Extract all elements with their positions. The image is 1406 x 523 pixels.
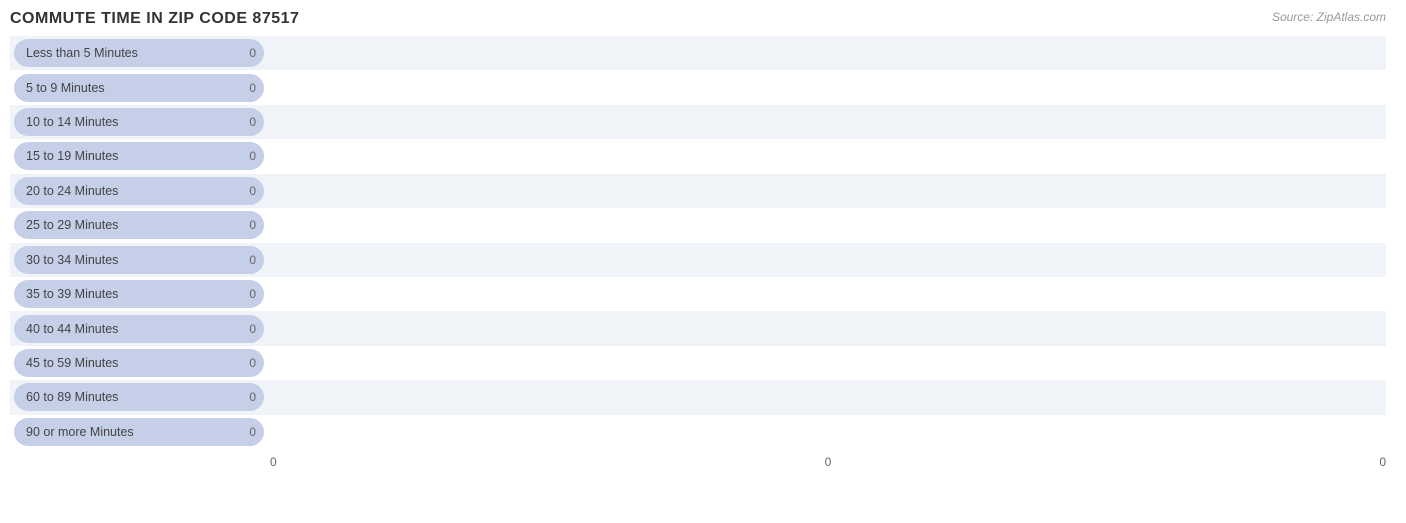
bar-track [264, 346, 1386, 380]
bar-label: 35 to 39 Minutes [26, 287, 118, 301]
bar-track [264, 105, 1386, 139]
bar-value: 0 [242, 390, 256, 404]
bars-section: Less than 5 Minutes05 to 9 Minutes010 to… [10, 36, 1386, 449]
label-pill: 90 or more Minutes 0 [14, 418, 264, 446]
label-pill: 45 to 59 Minutes 0 [14, 349, 264, 377]
bar-value: 0 [242, 253, 256, 267]
bar-row: 40 to 44 Minutes 0 [10, 311, 1386, 345]
bar-value: 0 [242, 81, 256, 95]
bar-value: 0 [242, 115, 256, 129]
bar-value: 0 [242, 46, 256, 60]
bar-label: Less than 5 Minutes [26, 46, 138, 60]
label-pill: 20 to 24 Minutes 0 [14, 177, 264, 205]
bar-label: 25 to 29 Minutes [26, 218, 118, 232]
bar-label: 20 to 24 Minutes [26, 184, 118, 198]
bar-value: 0 [242, 356, 256, 370]
bar-row: 45 to 59 Minutes 0 [10, 346, 1386, 380]
bar-value: 0 [242, 184, 256, 198]
bar-value: 0 [242, 149, 256, 163]
chart-title: COMMUTE TIME IN ZIP CODE 87517 [10, 10, 1386, 28]
bar-row: 25 to 29 Minutes 0 [10, 208, 1386, 242]
bar-row: 15 to 19 Minutes 0 [10, 139, 1386, 173]
chart-area: Less than 5 Minutes05 to 9 Minutes010 to… [10, 36, 1386, 469]
label-pill: 35 to 39 Minutes 0 [14, 280, 264, 308]
bar-row: 90 or more Minutes 0 [10, 415, 1386, 449]
bar-value: 0 [242, 322, 256, 336]
bar-track [264, 277, 1386, 311]
bar-row: Less than 5 Minutes 0 [10, 36, 1386, 70]
label-pill: Less than 5 Minutes 0 [14, 39, 264, 67]
bar-value: 0 [242, 287, 256, 301]
label-pill: 25 to 29 Minutes 0 [14, 211, 264, 239]
bar-label: 90 or more Minutes [26, 425, 134, 439]
bar-track [264, 380, 1386, 414]
bar-track [264, 311, 1386, 345]
bar-track [264, 139, 1386, 173]
x-axis: 0 0 0 [270, 455, 1386, 469]
chart-container: COMMUTE TIME IN ZIP CODE 87517 Source: Z… [0, 0, 1406, 523]
source-text: Source: ZipAtlas.com [1272, 10, 1386, 24]
bar-track [264, 208, 1386, 242]
bar-track [264, 70, 1386, 104]
bar-label: 30 to 34 Minutes [26, 253, 118, 267]
bar-row: 30 to 34 Minutes 0 [10, 243, 1386, 277]
bar-track [264, 36, 1386, 70]
bar-label: 60 to 89 Minutes [26, 390, 118, 404]
bar-label: 40 to 44 Minutes [26, 322, 118, 336]
label-pill: 5 to 9 Minutes 0 [14, 74, 264, 102]
bar-track [264, 174, 1386, 208]
label-pill: 15 to 19 Minutes 0 [14, 142, 264, 170]
bar-row: 35 to 39 Minutes 0 [10, 277, 1386, 311]
bar-track [264, 415, 1386, 449]
bar-row: 60 to 89 Minutes 0 [10, 380, 1386, 414]
bar-value: 0 [242, 218, 256, 232]
bar-value: 0 [242, 425, 256, 439]
bar-label: 15 to 19 Minutes [26, 149, 118, 163]
bar-row: 10 to 14 Minutes 0 [10, 105, 1386, 139]
bar-row: 20 to 24 Minutes 0 [10, 174, 1386, 208]
bar-track [264, 243, 1386, 277]
bar-row: 5 to 9 Minutes 0 [10, 70, 1386, 104]
label-pill: 40 to 44 Minutes 0 [14, 315, 264, 343]
label-pill: 60 to 89 Minutes 0 [14, 383, 264, 411]
x-label-0: 0 [270, 455, 277, 469]
x-label-1: 0 [825, 455, 832, 469]
label-pill: 10 to 14 Minutes 0 [14, 108, 264, 136]
x-label-2: 0 [1379, 455, 1386, 469]
label-pill: 30 to 34 Minutes 0 [14, 246, 264, 274]
bar-label: 5 to 9 Minutes [26, 81, 105, 95]
bar-label: 45 to 59 Minutes [26, 356, 118, 370]
bar-label: 10 to 14 Minutes [26, 115, 118, 129]
